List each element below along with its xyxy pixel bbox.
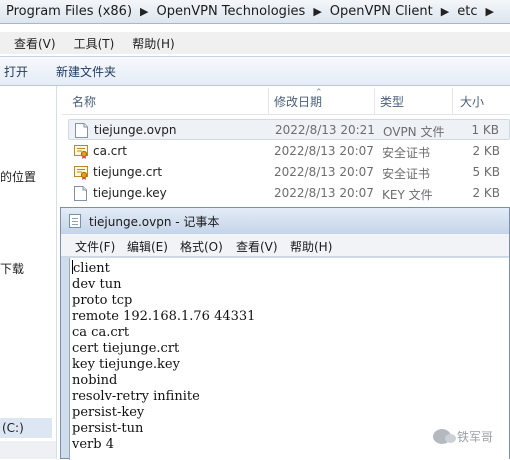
open-button[interactable]: 打开 xyxy=(4,63,28,80)
file-row[interactable]: tiejunge.ovpn 2022/8/13 20:21 OVPN 文件 1 … xyxy=(68,119,510,140)
breadcrumb-chevron-icon[interactable]: ▶ xyxy=(140,5,148,18)
document-icon xyxy=(75,123,88,138)
file-row[interactable]: tiejunge.key 2022/8/13 20:07 KEY 文件 2 KB xyxy=(68,183,510,204)
column-name[interactable]: 名称 xyxy=(72,93,96,110)
file-name: tiejunge.crt xyxy=(93,165,163,179)
certificate-icon xyxy=(74,166,88,180)
document-icon xyxy=(74,186,87,201)
breadcrumb-segment[interactable]: Program Files (x86) xyxy=(6,4,132,19)
file-size: 2 KB xyxy=(472,144,500,158)
sort-arrow-icon: ⌃ xyxy=(315,88,323,98)
notepad-titlebar[interactable]: tiejunge.ovpn - 记事本 xyxy=(61,208,509,234)
file-size: 1 KB xyxy=(471,123,499,137)
navigation-pane: 的位置 下载 (C:) xyxy=(0,86,57,459)
text-line: resolv-retry infinite xyxy=(72,389,200,404)
menu-view[interactable]: 查看(V) xyxy=(14,35,56,52)
menu-format[interactable]: 格式(O) xyxy=(180,238,223,255)
watermark-text: 铁军哥 xyxy=(457,429,494,444)
text-line: key tiejunge.key xyxy=(72,357,180,372)
notepad-icon xyxy=(69,214,81,228)
text-line: proto tcp xyxy=(72,293,133,308)
text-line: remote 192.168.1.76 44331 xyxy=(72,309,256,324)
certificate-icon xyxy=(74,145,88,159)
menu-tools[interactable]: 工具(T) xyxy=(74,35,115,52)
file-type: 安全证书 xyxy=(382,146,431,160)
column-type[interactable]: 类型 xyxy=(380,93,404,110)
address-bar[interactable]: Program Files (x86) ▶ OpenVPN Technologi… xyxy=(0,0,510,24)
file-name: tiejunge.ovpn xyxy=(94,123,177,137)
text-line: client xyxy=(72,260,509,277)
menu-view[interactable]: 查看(V) xyxy=(236,238,278,255)
new-folder-button[interactable]: 新建文件夹 xyxy=(56,63,116,80)
column-divider[interactable] xyxy=(452,88,453,114)
file-size: 2 KB xyxy=(472,186,500,200)
file-row[interactable]: tiejunge.crt 2022/8/13 20:07 安全证书 5 KB xyxy=(68,162,510,183)
menu-file[interactable]: 文件(F) xyxy=(75,238,115,255)
column-divider[interactable] xyxy=(268,88,269,114)
text-line: ca ca.crt xyxy=(72,325,130,340)
nav-item-drive-c[interactable]: (C:) xyxy=(0,418,52,438)
notepad-title: tiejunge.ovpn - 记事本 xyxy=(89,215,220,229)
file-modified: 2022/8/13 20:07 xyxy=(274,186,374,200)
menu-help[interactable]: 帮助(H) xyxy=(132,35,174,52)
menu-edit[interactable]: 编辑(E) xyxy=(127,238,168,255)
nav-item-downloads[interactable]: 下载 xyxy=(0,260,24,277)
breadcrumb-segment[interactable]: OpenVPN Technologies xyxy=(157,4,306,19)
wechat-icon xyxy=(433,428,456,444)
file-modified: 2022/8/13 20:21 xyxy=(275,123,375,137)
nav-scrollbar[interactable] xyxy=(0,441,56,459)
notepad-window[interactable]: tiejunge.ovpn - 记事本 文件(F) 编辑(E) 格式(O) 查看… xyxy=(60,207,510,460)
text-line: nobind xyxy=(72,373,118,388)
file-size: 5 KB xyxy=(472,165,500,179)
text-line: persist-key xyxy=(72,405,145,420)
file-name: ca.crt xyxy=(93,144,128,158)
watermark: 铁军哥 xyxy=(433,426,493,446)
breadcrumb-segment[interactable]: etc xyxy=(457,4,477,19)
file-type: OVPN 文件 xyxy=(383,125,445,139)
file-modified: 2022/8/13 20:07 xyxy=(274,144,374,158)
text-line: cert tiejunge.crt xyxy=(72,341,180,356)
text-line: dev tun xyxy=(72,277,122,292)
breadcrumb-chevron-icon[interactable]: ▶ xyxy=(441,5,449,18)
breadcrumb-chevron-icon[interactable]: ▶ xyxy=(485,5,493,18)
explorer-menubar: 查看(V) 工具(T) 帮助(H) xyxy=(0,32,510,54)
file-name: tiejunge.key xyxy=(93,186,167,200)
file-row[interactable]: ca.crt 2022/8/13 20:07 安全证书 2 KB xyxy=(68,141,510,162)
notepad-menubar: 文件(F) 编辑(E) 格式(O) 查看(V) 帮助(H) xyxy=(61,234,509,257)
file-type: KEY 文件 xyxy=(382,188,433,202)
breadcrumb-segment[interactable]: OpenVPN Client xyxy=(330,4,433,19)
file-list-header: 名称 修改日期 ⌃ 类型 大小 xyxy=(62,88,510,115)
explorer-toolbar: 打开 新建文件夹 xyxy=(0,56,510,86)
column-divider[interactable] xyxy=(374,88,375,114)
column-size[interactable]: 大小 xyxy=(460,93,484,110)
breadcrumb-chevron-icon[interactable]: ▶ xyxy=(313,5,321,18)
file-type: 安全证书 xyxy=(382,167,431,181)
menu-help[interactable]: 帮助(H) xyxy=(290,238,332,255)
nav-item-locations[interactable]: 的位置 xyxy=(0,168,36,185)
file-modified: 2022/8/13 20:07 xyxy=(274,165,374,179)
